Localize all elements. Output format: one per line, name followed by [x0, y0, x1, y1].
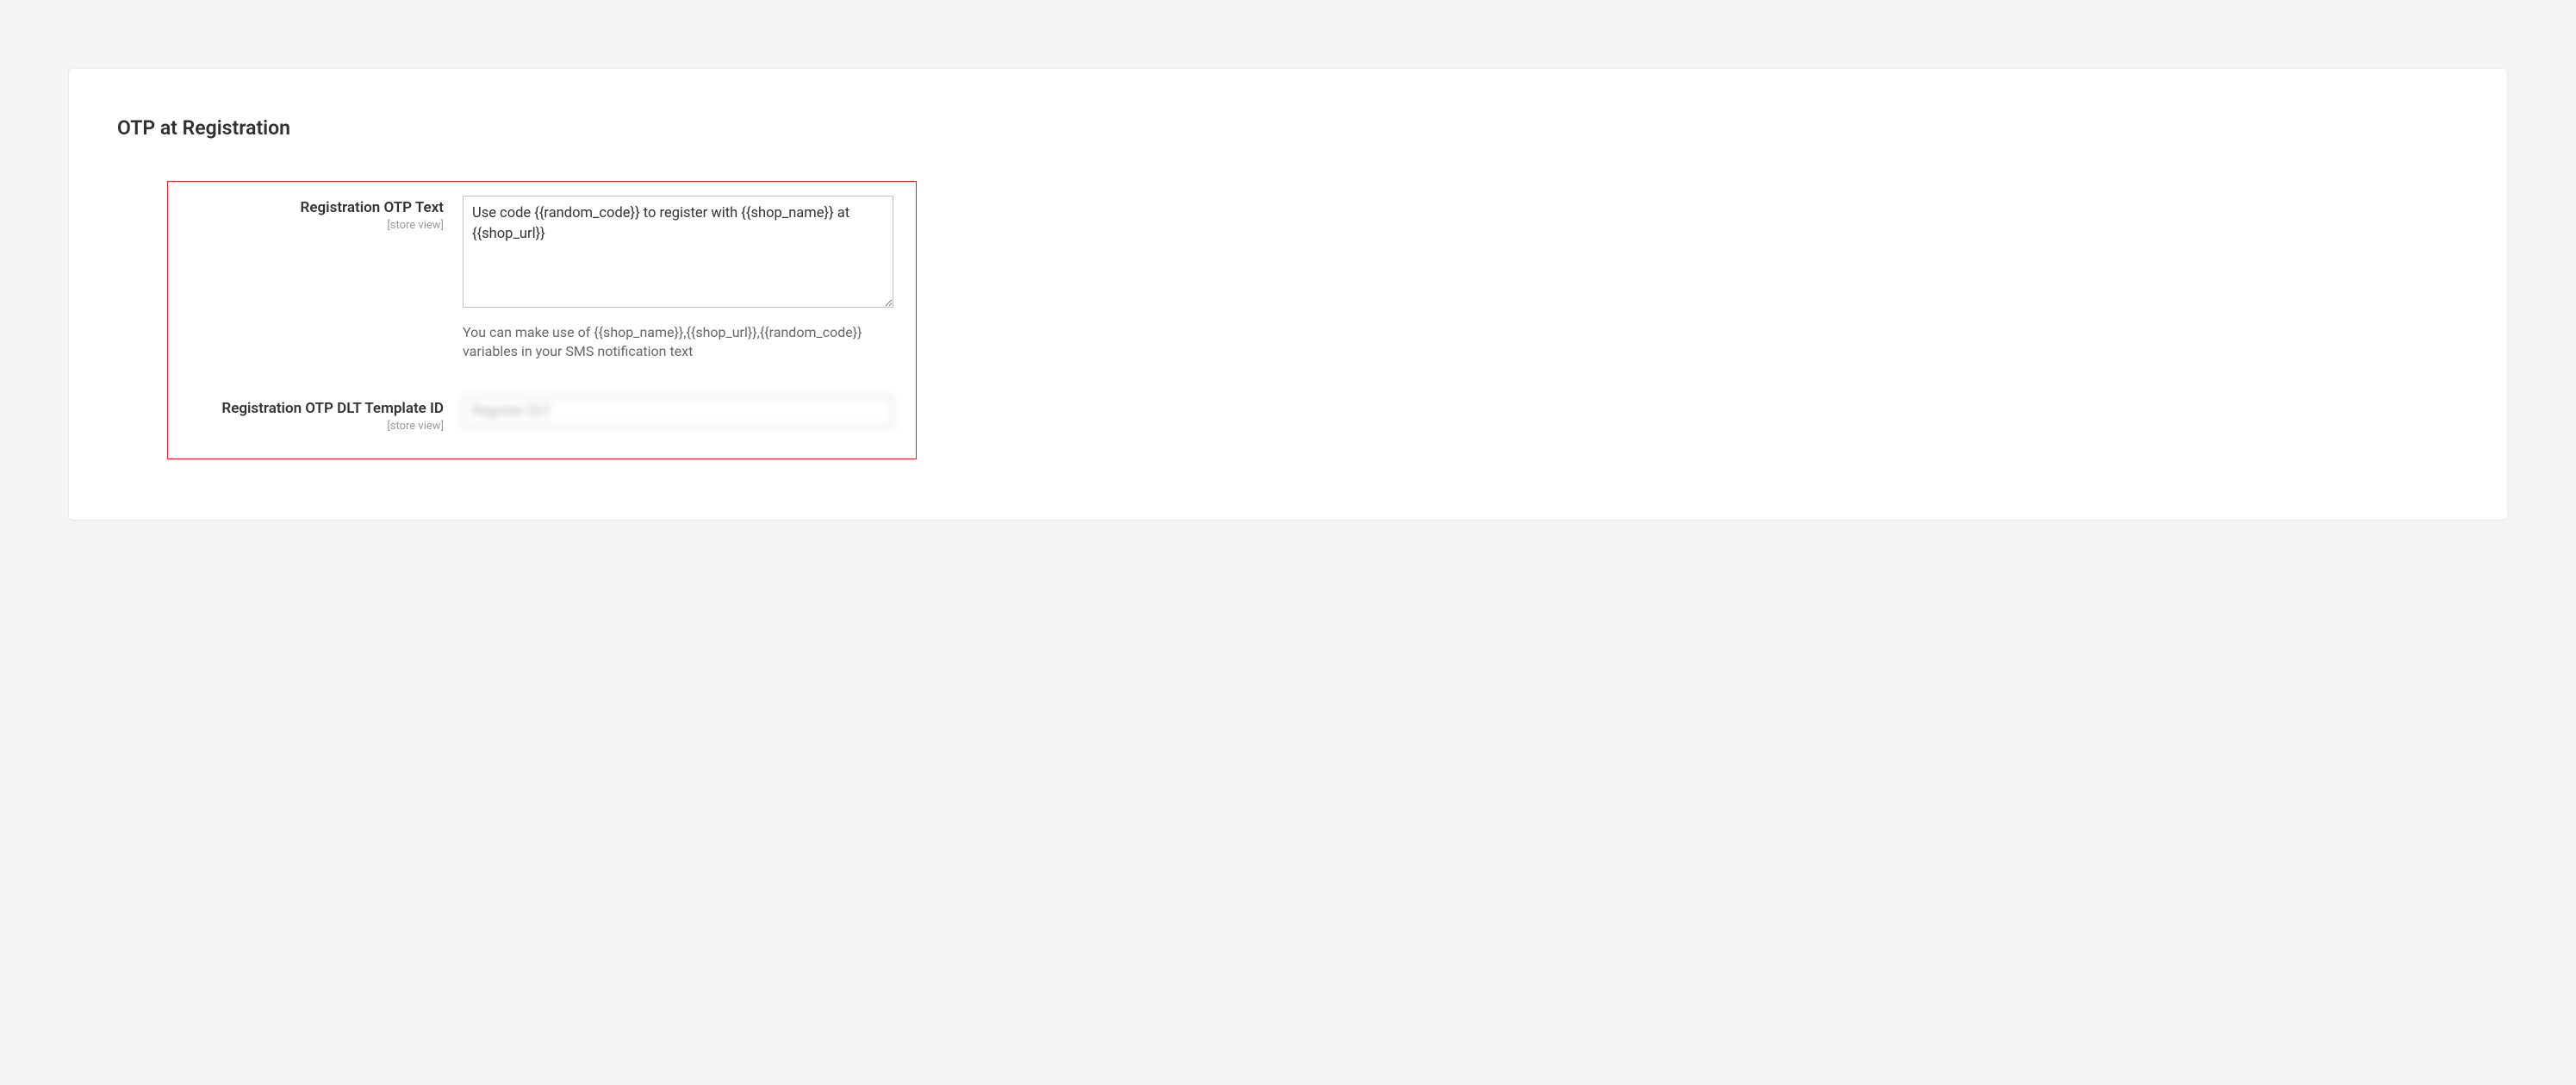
- registration-otp-text-label: Registration OTP Text: [301, 199, 444, 216]
- registration-otp-text-scope: [store view]: [180, 219, 444, 232]
- otp-registration-group: Registration OTP Text [store view] You c…: [167, 181, 917, 459]
- dlt-template-input[interactable]: [463, 396, 893, 427]
- dlt-template-label: Registration OTP DLT Template ID: [221, 400, 444, 417]
- field-row-dlt-template: Registration OTP DLT Template ID [store …: [180, 396, 904, 433]
- registration-otp-text-help: You can make use of {{shop_name}},{{shop…: [463, 323, 893, 362]
- label-col: Registration OTP DLT Template ID [store …: [180, 396, 463, 433]
- input-col: You can make use of {{shop_name}},{{shop…: [463, 196, 893, 362]
- input-col: [463, 396, 893, 427]
- field-row-otp-text: Registration OTP Text [store view] You c…: [180, 196, 904, 362]
- dlt-template-scope: [store view]: [180, 420, 444, 433]
- registration-otp-text-input[interactable]: [463, 196, 893, 308]
- settings-card: OTP at Registration Registration OTP Tex…: [69, 69, 2507, 520]
- field-spacer: [180, 372, 904, 396]
- label-col: Registration OTP Text [store view]: [180, 196, 463, 232]
- section-title: OTP at Registration: [112, 116, 2464, 140]
